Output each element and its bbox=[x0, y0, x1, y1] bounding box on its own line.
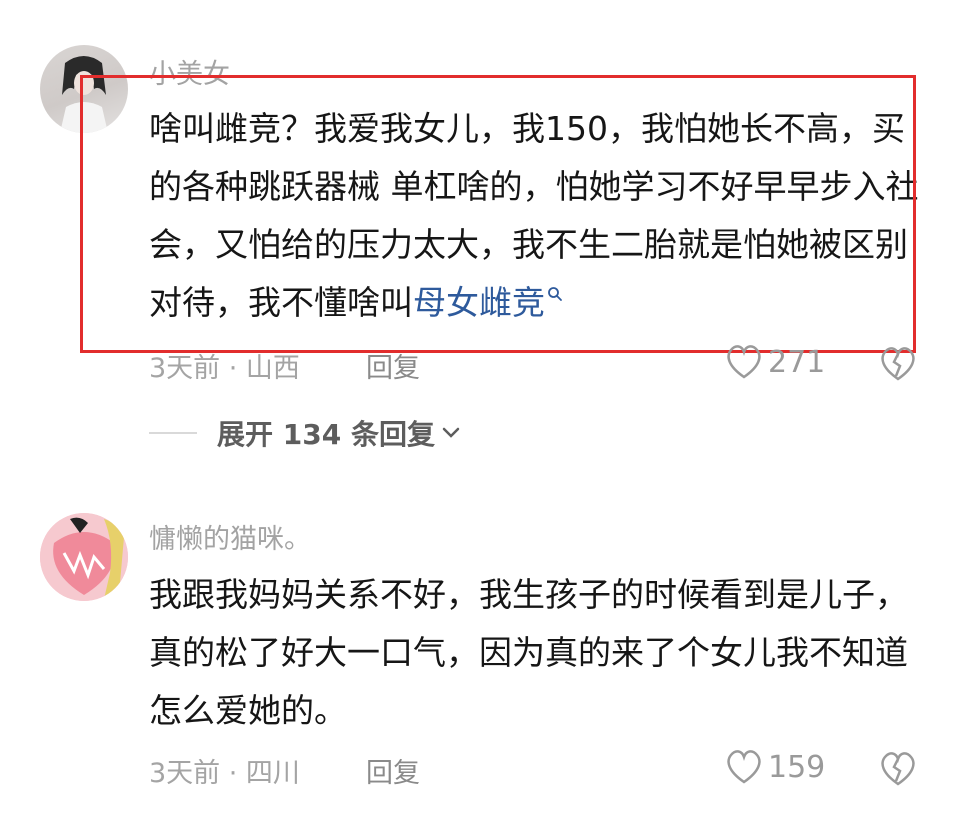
avatar[interactable] bbox=[40, 45, 128, 133]
reply-button[interactable]: 回复 bbox=[366, 346, 420, 385]
comment-text: 啥叫雌竞？我爱我女儿，我150，我怕她长不高，买的各种跳跃器械 单杠啥的，怕她学… bbox=[149, 100, 929, 332]
expand-replies-button[interactable]: 展开 134 条回复 bbox=[149, 413, 461, 453]
like-button[interactable]: 159 bbox=[724, 749, 825, 785]
like-button[interactable]: 271 bbox=[724, 344, 825, 380]
like-count: 159 bbox=[768, 749, 826, 785]
avatar-girl-icon bbox=[60, 56, 108, 133]
avatar-cat-icon bbox=[40, 513, 128, 601]
comment-username[interactable]: 小美女 bbox=[149, 52, 230, 91]
reply-button[interactable]: 回复 bbox=[366, 751, 420, 790]
search-link-text[interactable]: 母女雌竞 bbox=[413, 283, 545, 322]
dislike-button[interactable] bbox=[878, 751, 918, 791]
expand-replies-label[interactable]: 展开 134 条回复 bbox=[217, 413, 435, 453]
comment-meta: 3天前 · 四川 bbox=[149, 758, 300, 789]
heart-icon bbox=[727, 345, 761, 379]
chevron-down-icon bbox=[442, 427, 460, 438]
search-icon bbox=[548, 287, 562, 301]
broken-heart-icon bbox=[881, 752, 915, 786]
dislike-button[interactable] bbox=[878, 346, 918, 386]
comment-text: 我跟我妈妈关系不好，我生孩子的时候看到是儿子，真的松了好大一口气，因为真的来了个… bbox=[149, 575, 908, 730]
avatar[interactable] bbox=[40, 513, 128, 601]
comment-username[interactable]: 慵懒的猫咪。 bbox=[149, 517, 311, 556]
search-link[interactable]: 母女雌竞 bbox=[413, 283, 563, 322]
heart-icon bbox=[727, 750, 761, 784]
comment-meta: 3天前 · 山西 bbox=[149, 353, 300, 384]
divider bbox=[149, 432, 197, 434]
like-count: 271 bbox=[768, 344, 826, 380]
broken-heart-icon bbox=[881, 347, 915, 381]
